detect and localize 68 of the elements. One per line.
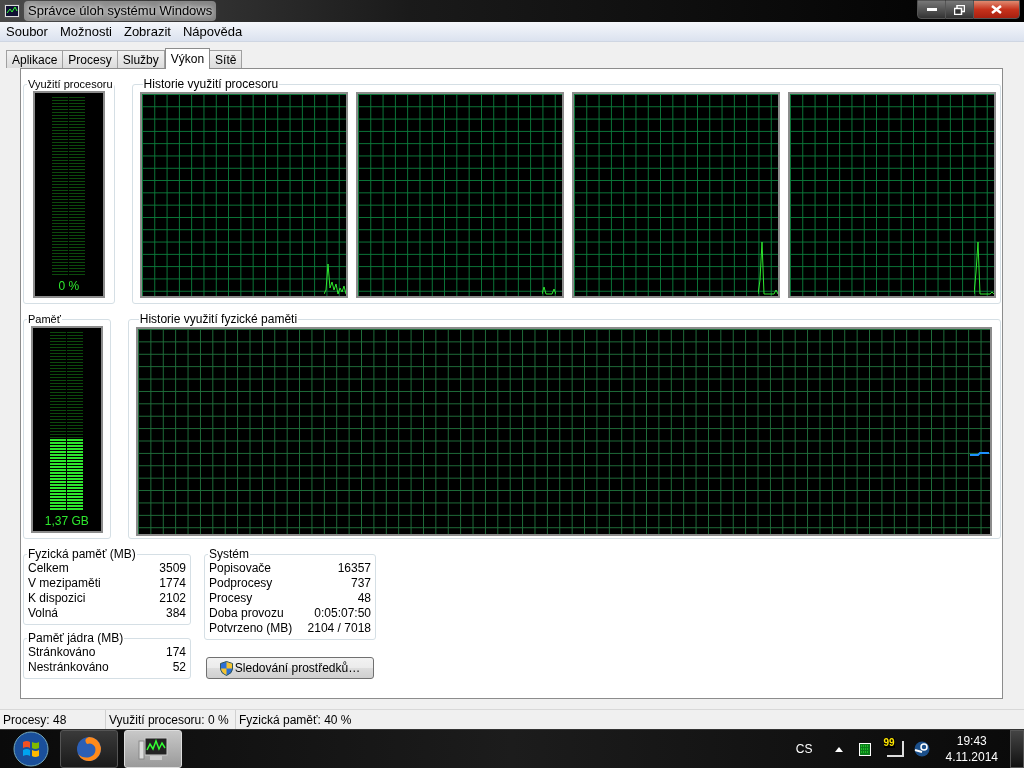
language-indicator[interactable]: CS bbox=[795, 740, 813, 758]
minimize-button[interactable] bbox=[917, 0, 946, 19]
tab[interactable]: Sítě bbox=[209, 50, 243, 68]
stat-label: Popisovače bbox=[209, 561, 272, 576]
stat-label: Nestránkováno bbox=[28, 660, 109, 675]
group-title: Využití procesoru bbox=[27, 77, 114, 91]
minimize-icon bbox=[926, 7, 937, 12]
menu-item[interactable]: Nápověda bbox=[176, 21, 249, 42]
meter-reading: 0 % bbox=[58, 278, 80, 295]
meter-reading: 1,37 GB bbox=[44, 513, 89, 530]
usage-line bbox=[969, 452, 989, 456]
clock[interactable]: 19:43 4.11.2014 bbox=[945, 733, 998, 765]
stat-label: V mezipaměti bbox=[28, 576, 101, 591]
stat-label: Potvrzeno (MB) bbox=[209, 621, 293, 636]
usage-line bbox=[541, 286, 556, 295]
stat-label: Stránkováno bbox=[28, 645, 96, 660]
stat-value: 48 bbox=[357, 591, 371, 606]
stat-value: 52 bbox=[172, 660, 186, 675]
tab[interactable]: Aplikace bbox=[6, 50, 64, 68]
restore-button[interactable] bbox=[946, 0, 973, 19]
stat-value: 3509 bbox=[159, 561, 186, 576]
fox-globe-icon bbox=[75, 735, 103, 763]
clock-date: 4.11.2014 bbox=[945, 749, 998, 765]
usage-line bbox=[757, 241, 778, 295]
stat-value: 2104 / 7018 bbox=[307, 621, 371, 636]
badge-number: 99 bbox=[883, 738, 895, 748]
group-title: Fyzická paměť (MB) bbox=[27, 547, 137, 561]
windows-logo-icon bbox=[13, 731, 49, 767]
stat-label: K dispozici bbox=[28, 591, 86, 606]
stat-value: 384 bbox=[165, 606, 186, 621]
menu-item[interactable]: Možnosti bbox=[53, 21, 118, 42]
up-arrow-icon bbox=[834, 746, 843, 752]
restore-icon bbox=[954, 4, 965, 15]
stat-label: Procesy bbox=[209, 591, 253, 606]
tab[interactable]: Procesy bbox=[62, 50, 118, 68]
resource-monitor-button[interactable]: Sledování prostředků… bbox=[206, 657, 374, 679]
stat-label: Doba provozu bbox=[209, 606, 284, 621]
close-icon bbox=[991, 5, 1002, 14]
monitor-graph-icon bbox=[136, 735, 170, 763]
stat-label: Podprocesy bbox=[209, 576, 273, 591]
menu-item[interactable]: Zobrazit bbox=[117, 21, 177, 42]
status-text: Procesy: 48 bbox=[2, 711, 68, 729]
usage-line bbox=[323, 263, 346, 295]
usage-line bbox=[973, 241, 994, 295]
stat-value: 174 bbox=[165, 645, 186, 660]
group-title: Paměť jádra (MB) bbox=[27, 631, 125, 645]
tab[interactable]: Výkon bbox=[164, 48, 211, 69]
steam-tray-icon bbox=[913, 741, 930, 757]
show-desktop-button[interactable] bbox=[1010, 730, 1024, 768]
tab[interactable]: Služby bbox=[116, 50, 165, 68]
group-title: Systém bbox=[208, 547, 250, 561]
stat-value: 2102 bbox=[159, 591, 186, 606]
stat-label: Celkem bbox=[28, 561, 69, 576]
stat-value: 737 bbox=[350, 576, 371, 591]
stat-value: 1774 bbox=[159, 576, 186, 591]
meter-tray-icon bbox=[858, 742, 871, 756]
group-title: Historie využití procesoru bbox=[142, 77, 280, 91]
stat-label: Volná bbox=[28, 606, 59, 621]
stat-value: 16357 bbox=[337, 561, 371, 576]
menu-item[interactable]: Soubor bbox=[0, 21, 54, 42]
close-button[interactable] bbox=[973, 0, 1020, 19]
clock-time: 19:43 bbox=[956, 733, 987, 749]
group-title: Historie využití fyzické paměti bbox=[138, 312, 299, 326]
taskbar-button[interactable] bbox=[60, 730, 118, 768]
app-icon bbox=[4, 4, 20, 18]
group-title: Paměť bbox=[27, 312, 62, 326]
shield-icon bbox=[219, 660, 233, 676]
stat-value: 0:05:07:50 bbox=[314, 606, 371, 621]
